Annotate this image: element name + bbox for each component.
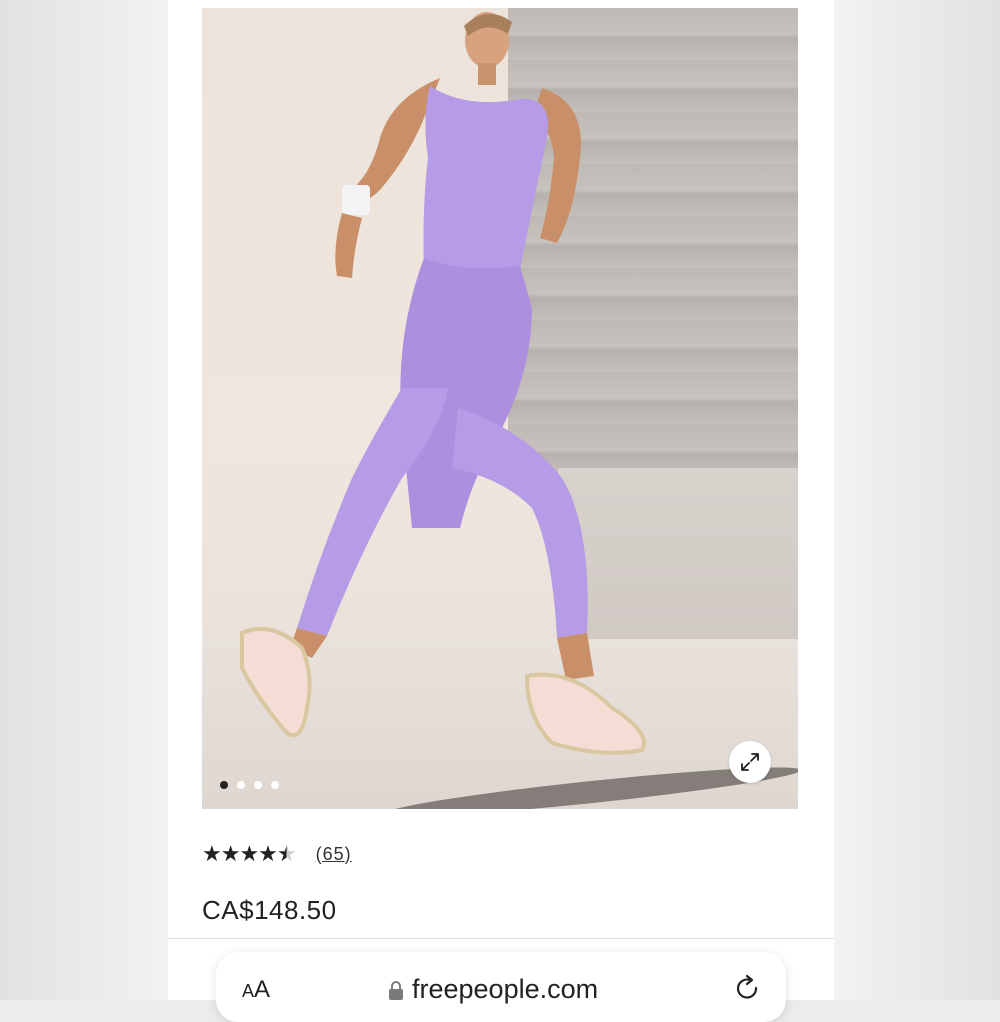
browser-address-bar[interactable]: AA freepeople.com	[216, 952, 786, 1022]
product-rating[interactable]: ★★★★★ (65)	[202, 842, 352, 866]
product-price: CA$148.50	[202, 895, 337, 925]
model-figure	[240, 12, 646, 755]
left-backdrop	[0, 0, 168, 1000]
rating-stars: ★★★★★	[202, 841, 297, 866]
review-count-link[interactable]: (65)	[316, 844, 352, 865]
carousel-dot[interactable]	[254, 781, 262, 789]
carousel-dot[interactable]	[237, 781, 245, 789]
carousel-indicator[interactable]	[220, 781, 279, 789]
expand-image-button[interactable]	[729, 741, 771, 783]
url-text: freepeople.com	[412, 974, 599, 1004]
right-backdrop	[834, 0, 1000, 1000]
product-page: ★★★★★ (65) CA$148.50	[168, 0, 834, 1000]
carousel-dot[interactable]	[220, 781, 228, 789]
divider	[168, 938, 834, 939]
expand-icon	[741, 753, 759, 771]
product-image[interactable]	[202, 8, 798, 809]
lock-icon	[389, 980, 403, 1000]
url-display[interactable]: freepeople.com	[388, 974, 598, 1005]
carousel-dot[interactable]	[271, 781, 279, 789]
